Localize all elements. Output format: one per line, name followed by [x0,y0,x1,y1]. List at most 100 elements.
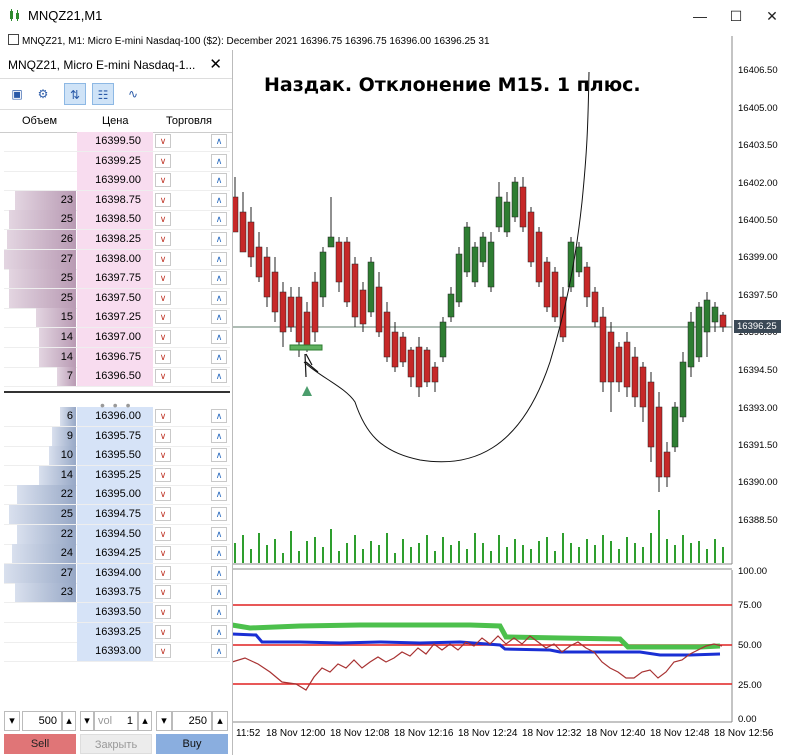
buy-button[interactable]: Buy [156,734,228,754]
buy-limit-button[interactable]: ∧ [211,644,227,659]
spin2-up[interactable]: ▴ [138,711,152,731]
sell-limit-button[interactable]: ∨ [155,232,171,246]
price-cell[interactable]: 16397.75 [77,269,153,289]
sell-limit-button[interactable]: ∨ [155,467,171,482]
buy-limit-button[interactable]: ∧ [211,134,227,148]
spin3-down[interactable]: ▾ [156,711,172,731]
spin2-down[interactable]: ▾ [80,711,94,731]
buy-limit-button[interactable]: ∧ [211,310,227,325]
buy-limit-button[interactable]: ∧ [211,487,227,502]
spin1-up[interactable]: ▴ [62,711,76,731]
buy-limit-button[interactable]: ∧ [211,251,227,266]
price-cell[interactable]: 16395.50 [77,446,153,466]
buy-limit-button[interactable]: ∧ [211,428,227,443]
sell-limit-button[interactable]: ∨ [155,271,171,286]
price-cell[interactable]: 16398.50 [77,210,153,230]
buy-limit-button[interactable]: ∧ [211,290,227,305]
price-cell[interactable]: 16393.50 [77,603,153,622]
buy-limit-button[interactable]: ∧ [211,605,227,619]
buy-limit-button[interactable]: ∧ [211,507,227,521]
sell-limit-button[interactable]: ∨ [155,644,171,659]
price-cell[interactable]: 16399.00 [77,171,153,191]
buy-limit-button[interactable]: ∧ [211,271,227,286]
price-cell[interactable]: 16397.25 [77,308,153,328]
sell-limit-button[interactable]: ∨ [155,290,171,305]
buy-limit-button[interactable]: ∧ [211,330,227,344]
close-window-button[interactable]: ✕ [758,6,786,26]
price-cell[interactable]: 16398.00 [77,249,153,269]
price-cell[interactable]: 16394.25 [77,544,153,564]
sell-limit-button[interactable]: ∨ [155,507,171,521]
price-cell[interactable]: 16394.50 [77,524,153,544]
buy-limit-button[interactable]: ∧ [211,624,227,639]
dom-mode-icon[interactable]: ⇅ [64,83,86,105]
price-cell[interactable]: 16394.75 [77,505,153,524]
price-cell[interactable]: 16399.50 [77,132,153,151]
price-cell[interactable]: 16393.75 [77,583,153,603]
spin1-value[interactable]: 500 [22,711,62,731]
price-cell[interactable]: 16398.75 [77,190,153,210]
buy-limit-button[interactable]: ∧ [211,369,227,384]
sell-limit-button[interactable]: ∨ [155,153,171,168]
buy-limit-button[interactable]: ∧ [211,467,227,482]
buy-limit-button[interactable]: ∧ [211,526,227,541]
minimize-button[interactable]: — [686,6,714,26]
buy-limit-button[interactable]: ∧ [211,212,227,227]
sell-limit-button[interactable]: ∨ [155,428,171,443]
chart-settings-icon[interactable]: ▣ [6,83,28,105]
sell-limit-button[interactable]: ∨ [155,546,171,561]
price-cell[interactable]: 16395.75 [77,426,153,446]
sell-limit-button[interactable]: ∨ [155,624,171,639]
price-cell[interactable]: 16394.00 [77,563,153,583]
maximize-button[interactable]: ☐ [722,6,750,26]
buy-limit-button[interactable]: ∧ [211,585,227,600]
buy-limit-button[interactable]: ∧ [211,565,227,580]
price-cell[interactable]: 16395.00 [77,485,153,505]
buy-limit-button[interactable]: ∧ [211,448,227,463]
sell-limit-button[interactable]: ∨ [155,585,171,600]
price-cell[interactable]: 16395.25 [77,465,153,485]
sell-limit-button[interactable]: ∨ [155,565,171,580]
close-position-button[interactable]: Закрыть [80,734,152,754]
buy-limit-button[interactable]: ∧ [211,349,227,364]
price-cell[interactable]: 16397.00 [77,328,153,347]
sell-limit-button[interactable]: ∨ [155,526,171,541]
price-cell[interactable]: 16399.25 [77,151,153,171]
sell-limit-button[interactable]: ∨ [155,310,171,325]
sell-limit-button[interactable]: ∨ [155,349,171,364]
buy-limit-button[interactable]: ∧ [211,409,227,423]
sell-limit-button[interactable]: ∨ [155,134,171,148]
indicators-icon[interactable]: ⚙ [32,83,54,105]
sell-limit-button[interactable]: ∨ [155,173,171,188]
columns-icon[interactable]: ☷ [92,83,114,105]
sell-limit-button[interactable]: ∨ [155,212,171,227]
buy-limit-button[interactable]: ∧ [211,192,227,207]
dom-close-button[interactable]: ✕ [209,55,222,73]
price-cell[interactable]: 16393.25 [77,622,153,642]
sell-limit-button[interactable]: ∨ [155,251,171,266]
sell-limit-button[interactable]: ∨ [155,448,171,463]
sell-limit-button[interactable]: ∨ [155,330,171,344]
buy-limit-button[interactable]: ∧ [211,153,227,168]
signals-icon[interactable]: ∿ [122,83,144,105]
price-cell[interactable]: 16396.50 [77,367,153,387]
buy-limit-button[interactable]: ∧ [211,546,227,561]
buy-limit-button[interactable]: ∧ [211,232,227,246]
price-cell[interactable]: 16397.50 [77,288,153,308]
dom-dots[interactable]: • • • [100,397,132,413]
sell-limit-button[interactable]: ∨ [155,605,171,619]
volume-cell: 10 [4,446,76,466]
sell-button[interactable]: Sell [4,734,76,754]
spin1-down[interactable]: ▾ [4,711,20,731]
sell-limit-button[interactable]: ∨ [155,369,171,384]
sell-limit-button[interactable]: ∨ [155,487,171,502]
spin3-up[interactable]: ▴ [212,711,228,731]
price-cell[interactable]: 16398.25 [77,230,153,249]
spin3-value[interactable]: 250 [172,711,212,731]
price-cell[interactable]: 16396.75 [77,347,153,367]
buy-limit-button[interactable]: ∧ [211,173,227,188]
vol-label[interactable]: vol 1 [94,711,138,731]
sell-limit-button[interactable]: ∨ [155,409,171,423]
price-cell[interactable]: 16393.00 [77,642,153,662]
sell-limit-button[interactable]: ∨ [155,192,171,207]
